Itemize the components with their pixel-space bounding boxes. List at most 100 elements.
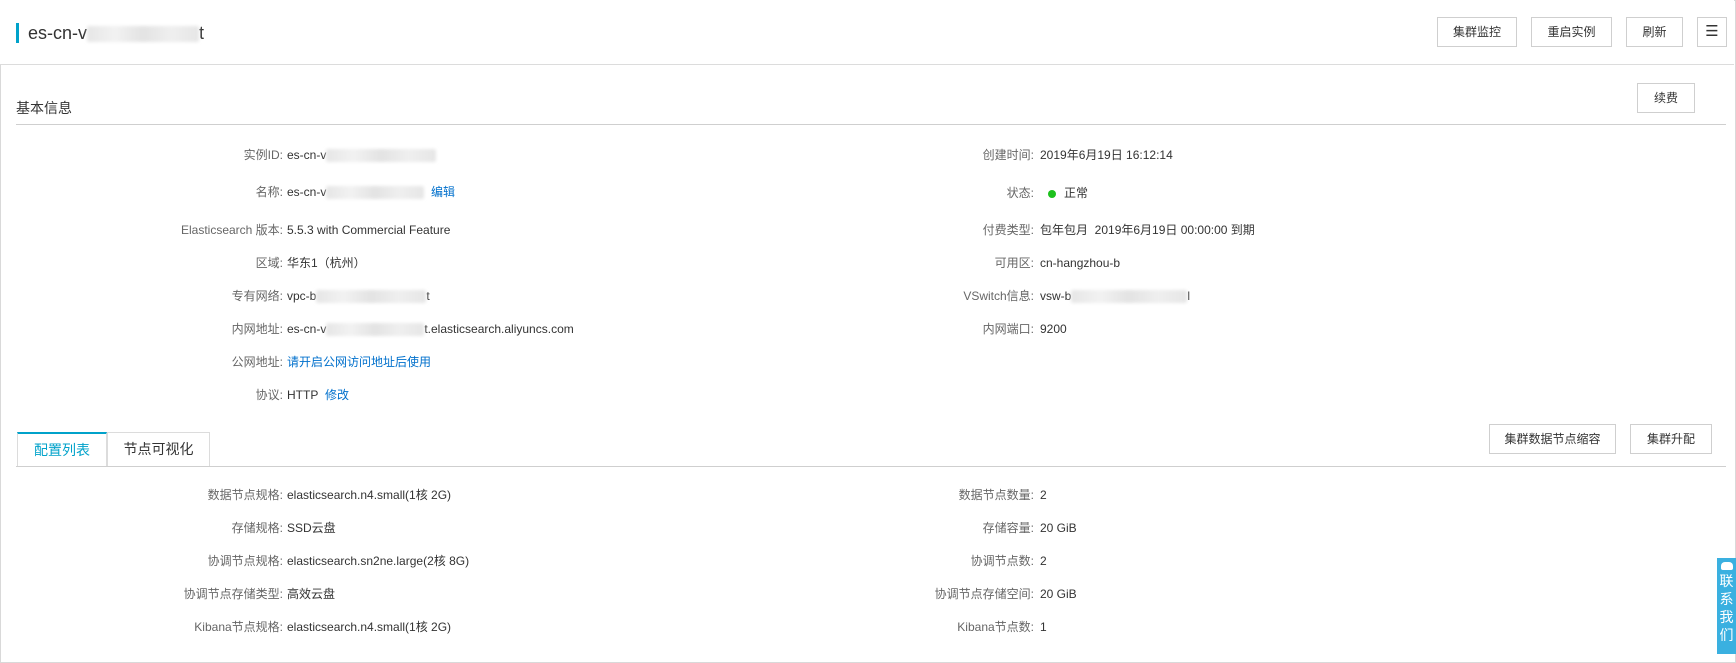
region-label: 区域: <box>255 256 283 270</box>
vpc-value-prefix: vpc-b <box>287 289 317 303</box>
title-redacted <box>87 26 200 43</box>
menu-icon[interactable]: ☰ <box>1697 17 1727 47</box>
protocol-label: 协议: <box>255 388 283 402</box>
contact-char-3: 我 <box>1719 609 1734 625</box>
data-node-spec-value: elasticsearch.n4.small(1核 2G) <box>287 488 452 502</box>
row-protocol: 协议: HTTP 修改 <box>0 385 900 405</box>
title-suffix: t <box>199 23 205 43</box>
contact-us-widget[interactable]: 联 系 我 们 <box>1717 558 1736 654</box>
coord-node-count-value: 2 <box>1040 554 1047 568</box>
instance-id-label: 实例ID: <box>243 148 283 162</box>
row-status: 状态: 正常 <box>900 183 1736 203</box>
title-prefix: es-cn-v <box>28 23 88 43</box>
vpc-value-suffix: t <box>426 289 430 303</box>
row-storage-capacity: 存储容量: 20 GiB <box>900 518 1736 538</box>
data-node-count-label: 数据节点数量: <box>958 488 1034 502</box>
version-label: Elasticsearch 版本: <box>180 223 283 237</box>
public-address-label: 公网地址: <box>231 355 283 369</box>
row-name: 名称: es-cn-v 编辑 <box>0 182 900 202</box>
name-redacted <box>326 186 425 200</box>
vswitch-value-prefix: vsw-b <box>1040 289 1072 303</box>
storage-capacity-label: 存储容量: <box>982 521 1034 535</box>
instance-id-value: es-cn-v <box>287 148 327 162</box>
kibana-count-label: Kibana节点数: <box>957 620 1034 634</box>
row-coord-node-count: 协调节点数: 2 <box>900 551 1736 571</box>
row-zone: 可用区: cn-hangzhou-b <box>900 253 1736 273</box>
row-coord-storage-type: 协调节点存储类型: 高效云盘 <box>0 584 900 604</box>
kibana-spec-value: elasticsearch.n4.small(1核 2G) <box>287 620 452 634</box>
row-coord-node-spec: 协调节点规格: elasticsearch.sn2ne.large(2核 8G) <box>0 551 900 571</box>
intranet-address-suffix: t.elasticsearch.aliyuncs.com <box>424 322 574 336</box>
row-intranet-address: 内网地址: es-cn-v t.elasticsearch.aliyuncs.co… <box>0 319 900 339</box>
row-pay-type: 付费类型: 包年包月 2019年6月19日 00:00:00 到期 <box>900 220 1736 240</box>
contact-char-4: 们 <box>1719 627 1734 643</box>
intranet-address-prefix: es-cn-v <box>287 322 327 336</box>
created-time-value: 2019年6月19日 16:12:14 <box>1040 148 1173 162</box>
row-kibana-count: Kibana节点数: 1 <box>900 617 1736 637</box>
restart-instance-button[interactable]: 重启实例 <box>1531 17 1612 47</box>
vpc-redacted <box>316 290 427 304</box>
pay-type-label: 付费类型: <box>982 223 1034 237</box>
row-data-node-spec: 数据节点规格: elasticsearch.n4.small(1核 2G) <box>0 485 900 505</box>
contact-char-2: 系 <box>1719 591 1734 607</box>
region-value: 华东1（杭州） <box>287 256 366 270</box>
row-instance-id: 实例ID: es-cn-v <box>0 145 900 165</box>
name-label: 名称: <box>255 185 283 199</box>
basic-info-divider <box>16 124 1726 125</box>
config-divider <box>16 466 1726 467</box>
intranet-address-redacted <box>326 323 425 337</box>
coord-storage-type-label: 协调节点存储类型: <box>183 587 283 601</box>
coord-storage-type-value: 高效云盘 <box>287 587 336 601</box>
edit-name-link[interactable]: 编辑 <box>431 185 455 199</box>
tab-config-list[interactable]: 配置列表 <box>17 432 107 466</box>
vswitch-label: VSwitch信息: <box>963 289 1034 303</box>
row-data-node-count: 数据节点数量: 2 <box>900 485 1736 505</box>
row-created-time: 创建时间: 2019年6月19日 16:12:14 <box>900 145 1736 165</box>
row-kibana-spec: Kibana节点规格: elasticsearch.n4.small(1核 2G… <box>0 617 900 637</box>
title-accent-bar <box>16 23 19 43</box>
row-intranet-port: 内网端口: 9200 <box>900 319 1736 339</box>
data-node-spec-label: 数据节点规格: <box>207 488 283 502</box>
zone-value: cn-hangzhou-b <box>1040 256 1121 270</box>
coord-storage-space-value: 20 GiB <box>1040 587 1077 601</box>
data-node-count-value: 2 <box>1040 488 1047 502</box>
cluster-upgrade-button[interactable]: 集群升配 <box>1630 424 1712 454</box>
cluster-monitor-button[interactable]: 集群监控 <box>1437 17 1517 47</box>
vswitch-value-suffix: l <box>1187 289 1191 303</box>
intranet-address-label: 内网地址: <box>231 322 283 336</box>
instance-id-redacted <box>326 149 437 163</box>
row-storage-spec: 存储规格: SSD云盘 <box>0 518 900 538</box>
coord-node-count-label: 协调节点数: <box>970 554 1034 568</box>
version-value: 5.5.3 with Commercial Feature <box>287 223 451 237</box>
row-public-address: 公网地址: 请开启公网访问地址后使用 <box>0 352 900 372</box>
kibana-spec-label: Kibana节点规格: <box>194 620 283 634</box>
row-region: 区域: 华东1（杭州） <box>0 253 900 273</box>
row-vswitch: VSwitch信息: vsw-b l <box>900 286 1736 306</box>
vswitch-redacted <box>1071 290 1188 304</box>
intranet-port-value: 9200 <box>1040 322 1067 336</box>
scale-down-data-nodes-button[interactable]: 集群数据节点缩容 <box>1489 424 1616 454</box>
storage-spec-value: SSD云盘 <box>287 521 336 535</box>
pay-type-value: 包年包月 2019年6月19日 00:00:00 到期 <box>1040 223 1255 237</box>
row-vpc: 专有网络: vpc-b t <box>0 286 900 306</box>
chat-icon <box>1720 562 1733 570</box>
storage-capacity-value: 20 GiB <box>1040 521 1077 535</box>
page-title: es-cn-v t <box>28 20 204 46</box>
row-coord-storage-space: 协调节点存储空间: 20 GiB <box>900 584 1736 604</box>
enable-public-address-link[interactable]: 请开启公网访问地址后使用 <box>287 352 431 372</box>
page-header: es-cn-v t 集群监控 重启实例 刷新 ☰ <box>0 0 1734 65</box>
name-value: es-cn-v <box>287 185 327 199</box>
renew-button[interactable]: 续费 <box>1637 83 1695 113</box>
basic-info-title: 基本信息 <box>16 100 72 116</box>
intranet-port-label: 内网端口: <box>982 322 1034 336</box>
status-value: 正常 <box>1064 186 1089 200</box>
vpc-label: 专有网络: <box>231 289 283 303</box>
refresh-button[interactable]: 刷新 <box>1626 17 1683 47</box>
status-label: 状态: <box>1006 186 1034 200</box>
created-time-label: 创建时间: <box>982 148 1034 162</box>
kibana-count-value: 1 <box>1040 620 1047 634</box>
tab-node-visualization[interactable]: 节点可视化 <box>107 432 210 466</box>
coord-storage-space-label: 协调节点存储空间: <box>934 587 1034 601</box>
edit-protocol-link[interactable]: 修改 <box>325 388 349 402</box>
coord-node-spec-label: 协调节点规格: <box>207 554 283 568</box>
